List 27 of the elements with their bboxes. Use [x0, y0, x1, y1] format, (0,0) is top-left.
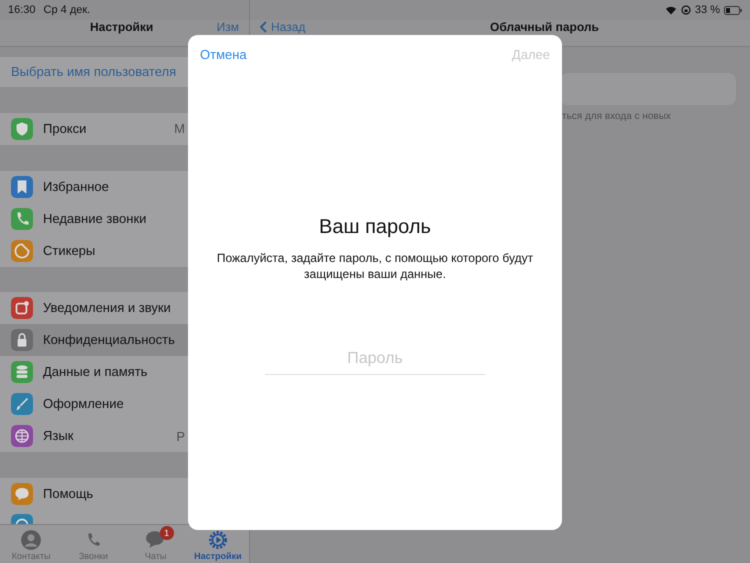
wifi-icon: [664, 5, 677, 15]
row-label: Недавние звонки: [43, 210, 148, 227]
row-label: Язык: [43, 428, 74, 444]
row-label: Данные и память: [43, 364, 148, 380]
person-icon: [20, 528, 42, 551]
row-label: Помощь: [43, 486, 94, 502]
row-value: М: [174, 121, 185, 136]
chevron-icon: [260, 21, 267, 33]
settings-title: Настройки: [90, 20, 154, 34]
row-label: Прокси: [43, 120, 88, 137]
unread-badge: 1: [160, 526, 174, 540]
rotation-lock-icon: [680, 5, 691, 15]
date-text: Ср 4 дек.: [44, 4, 90, 16]
text-field[interactable]: [560, 73, 736, 105]
clock-time: 16:30: [8, 4, 36, 16]
row-label: Конфиденциальность: [43, 332, 176, 348]
page-title: Облачный пароль: [490, 20, 599, 34]
hint-text: ться для входа с новых: [562, 111, 671, 122]
row-value: Р: [176, 428, 185, 444]
row-label: Избранное: [43, 178, 110, 195]
dialog-title: Ваш пароль: [319, 216, 431, 239]
row-label: Оформление: [43, 396, 125, 412]
row-label: Уведомления и звуки: [43, 300, 172, 316]
battery-icon: [724, 6, 742, 14]
battery-percent: 33 %: [694, 4, 720, 16]
tab-item[interactable]: Чаты 1: [124, 525, 187, 563]
gear-icon: [206, 528, 229, 551]
